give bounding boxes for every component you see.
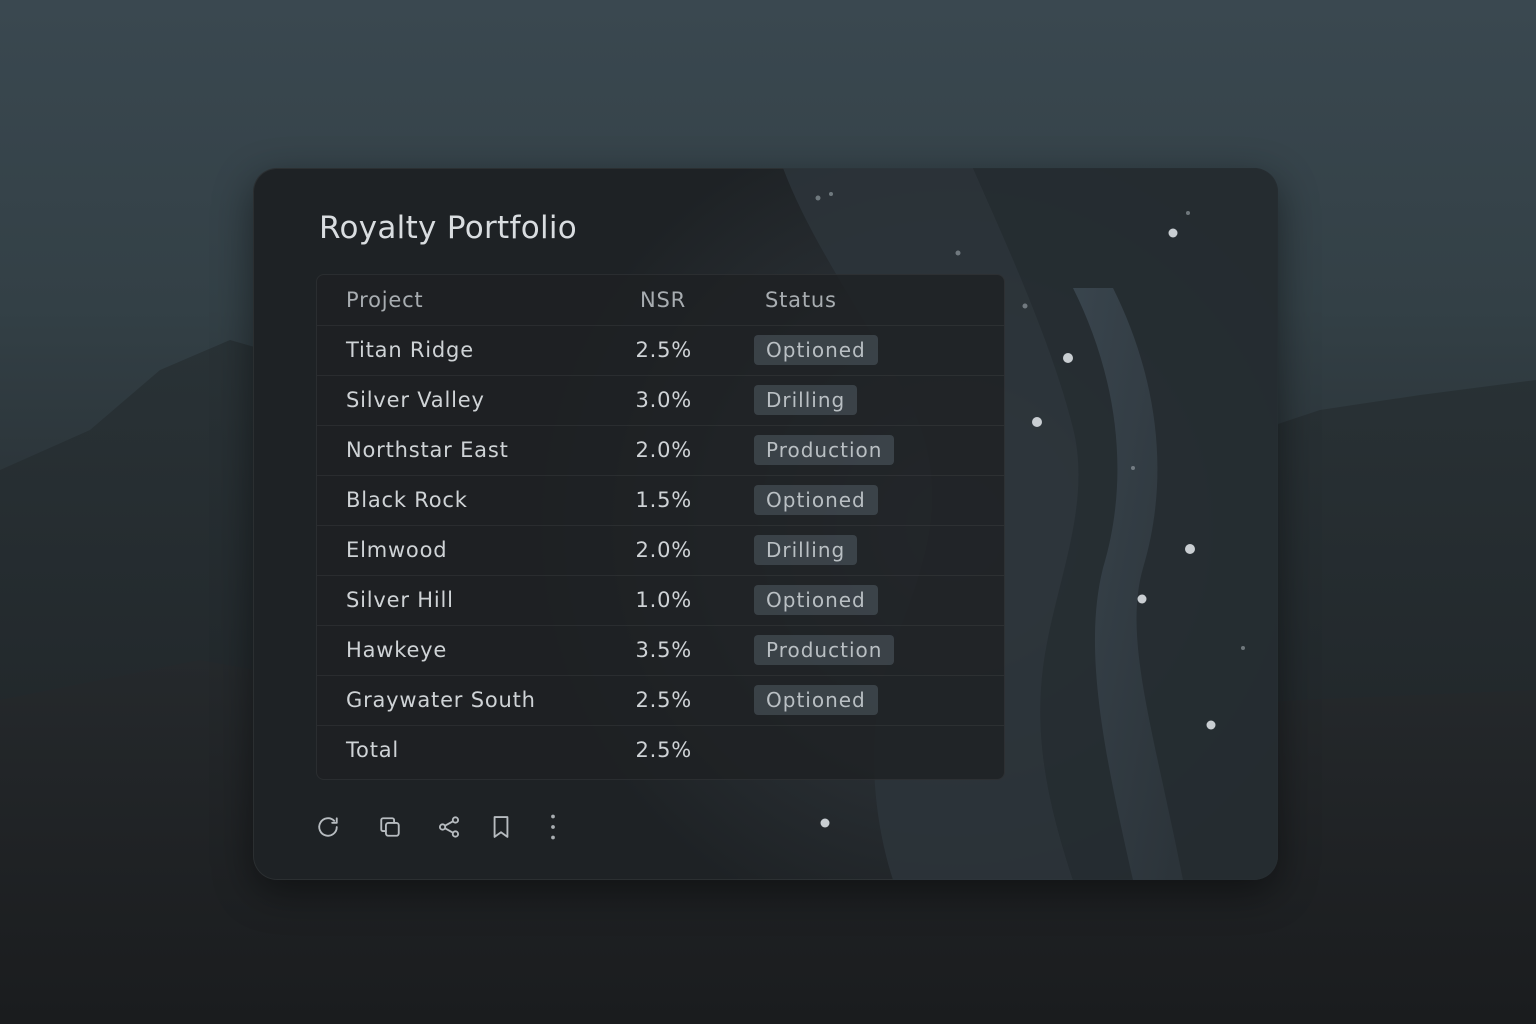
project-name: Hawkeye xyxy=(317,625,612,676)
column-header-status[interactable]: Status xyxy=(692,275,1004,326)
table-row[interactable]: Hawkeye 3.5% Production xyxy=(317,625,1004,676)
table-row[interactable]: Black Rock 1.5% Optioned xyxy=(317,475,1004,526)
table-total-row: Total 2.5% xyxy=(317,725,1004,775)
status-cell: Drilling xyxy=(692,375,1004,426)
status-cell: Production xyxy=(692,625,1004,676)
more-options-button[interactable] xyxy=(536,810,570,844)
table-row[interactable]: Titan Ridge 2.5% Optioned xyxy=(317,325,1004,376)
copy-button[interactable] xyxy=(373,810,407,844)
project-name: Graywater South xyxy=(317,675,612,726)
nsr-value: 3.0% xyxy=(612,375,692,426)
share-button[interactable] xyxy=(432,810,466,844)
status-cell: Optioned xyxy=(692,325,1004,376)
nsr-value: 1.5% xyxy=(612,475,692,526)
table-row[interactable]: Silver Valley 3.0% Drilling xyxy=(317,375,1004,426)
status-badge: Production xyxy=(754,635,895,665)
status-cell: Optioned xyxy=(692,575,1004,626)
share-icon xyxy=(438,816,460,838)
more-vertical-icon xyxy=(551,814,555,840)
table-row[interactable]: Silver Hill 1.0% Optioned xyxy=(317,575,1004,626)
table-row[interactable]: Graywater South 2.5% Optioned xyxy=(317,675,1004,726)
project-name: Black Rock xyxy=(317,475,612,526)
status-badge: Drilling xyxy=(754,535,858,565)
nsr-value: 2.0% xyxy=(612,425,692,476)
refresh-icon xyxy=(318,817,338,837)
bookmark-icon xyxy=(493,816,509,838)
page-title: Royalty Portfolio xyxy=(319,210,578,246)
table-row[interactable]: Northstar East 2.0% Production xyxy=(317,425,1004,476)
royalty-table-panel: Project NSR Status Titan Ridge 2.5% Opti… xyxy=(316,274,1005,780)
nsr-value: 2.0% xyxy=(612,525,692,576)
status-cell: Drilling xyxy=(692,525,1004,576)
project-name: Silver Valley xyxy=(317,375,612,426)
nsr-value: 3.5% xyxy=(612,625,692,676)
nsr-value: 1.0% xyxy=(612,575,692,626)
column-header-nsr[interactable]: NSR xyxy=(612,275,692,326)
table-row[interactable]: Elmwood 2.0% Drilling xyxy=(317,525,1004,576)
total-status-cell xyxy=(692,725,1004,775)
total-label: Total xyxy=(346,738,400,763)
bookmark-button[interactable] xyxy=(484,810,518,844)
total-nsr-value: 2.5% xyxy=(635,738,692,763)
copy-icon xyxy=(380,817,400,837)
column-header-project[interactable]: Project xyxy=(317,275,612,326)
royalty-table: Project NSR Status Titan Ridge 2.5% Opti… xyxy=(317,275,1004,775)
project-name: Titan Ridge xyxy=(317,325,612,376)
status-cell: Optioned xyxy=(692,475,1004,526)
status-cell: Optioned xyxy=(692,675,1004,726)
nsr-value: 2.5% xyxy=(612,325,692,376)
status-cell: Production xyxy=(692,425,1004,476)
status-badge: Production xyxy=(754,435,895,465)
status-badge: Drilling xyxy=(754,385,858,415)
status-badge: Optioned xyxy=(754,485,878,515)
nsr-value: 2.5% xyxy=(612,675,692,726)
status-badge: Optioned xyxy=(754,685,878,715)
table-header-row: Project NSR Status xyxy=(317,275,1004,326)
refresh-button[interactable] xyxy=(311,810,345,844)
project-name: Silver Hill xyxy=(317,575,612,626)
project-name: Elmwood xyxy=(317,525,612,576)
status-badge: Optioned xyxy=(754,335,878,365)
project-name: Northstar East xyxy=(317,425,612,476)
status-badge: Optioned xyxy=(754,585,878,615)
portfolio-card: Royalty Portfolio Project NSR Status Tit… xyxy=(253,168,1278,880)
